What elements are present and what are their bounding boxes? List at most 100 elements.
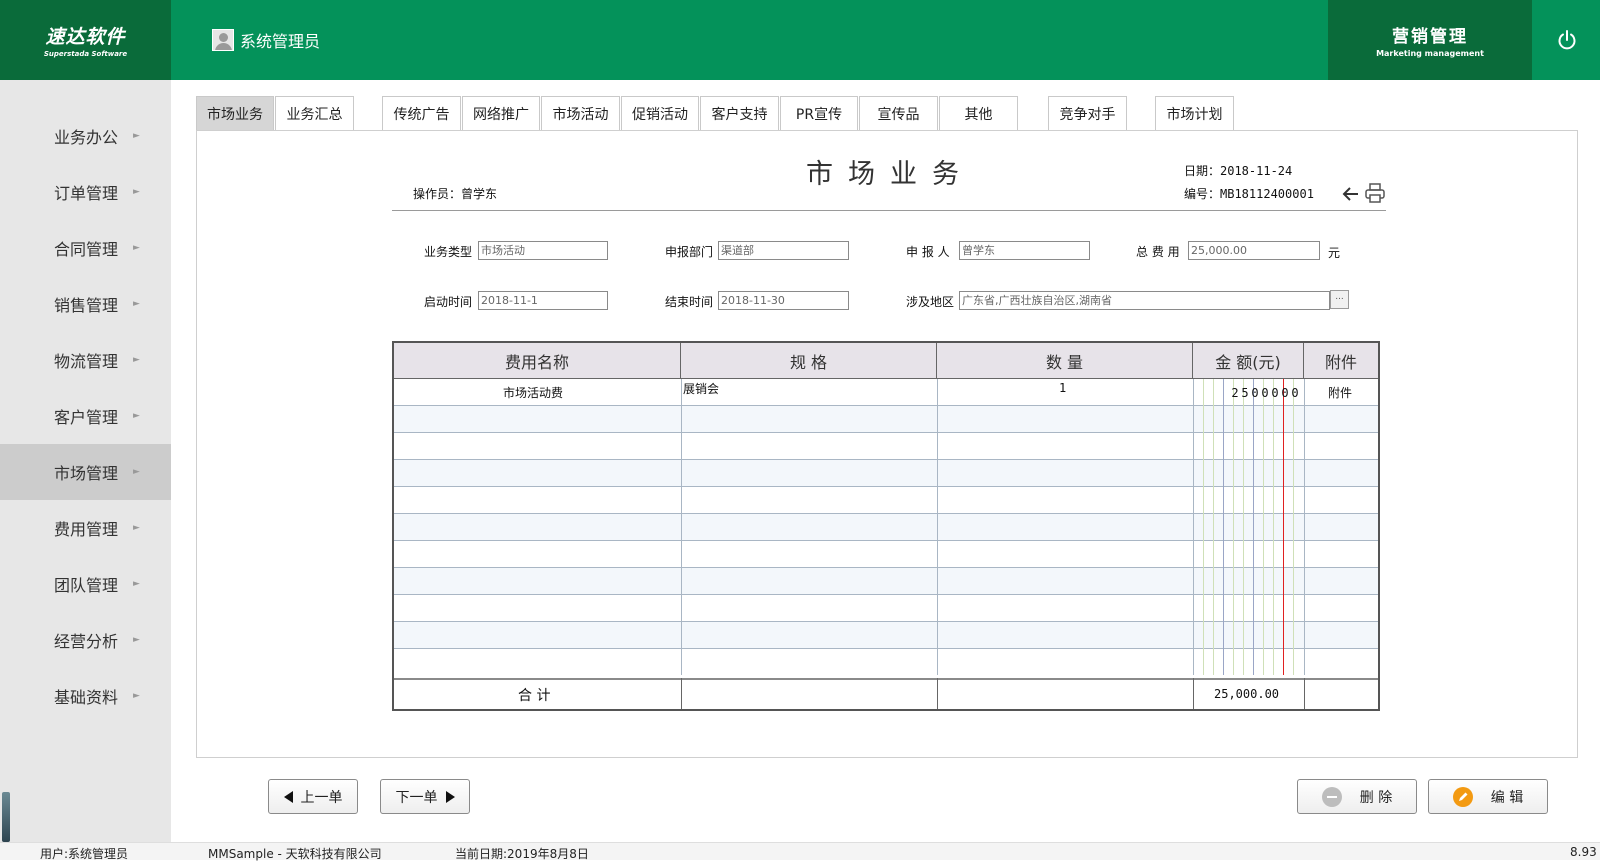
sidebar-item-sales[interactable]: 销售管理 ► bbox=[0, 276, 171, 332]
column-header-name: 费用名称 bbox=[394, 343, 681, 379]
sidebar-item-expenses[interactable]: 费用管理 ► bbox=[0, 500, 171, 556]
chevron-right-icon: ► bbox=[133, 131, 140, 141]
amount-digit[interactable]: 0 bbox=[1270, 386, 1280, 400]
table-row[interactable] bbox=[394, 487, 1378, 514]
sidebar-item-orders[interactable]: 订单管理 ► bbox=[0, 164, 171, 220]
start-time-label: 启动时间 bbox=[424, 295, 473, 309]
amount-digit[interactable]: 0 bbox=[1260, 386, 1270, 400]
tab-competitors[interactable]: 竞争对手 bbox=[1048, 96, 1127, 130]
table-row[interactable] bbox=[394, 460, 1378, 487]
back-arrow-icon[interactable] bbox=[1342, 185, 1360, 203]
region-field[interactable]: 广东省,广西壮族自治区,湖南省 bbox=[959, 291, 1330, 310]
end-time-field[interactable]: 2018-11-30 bbox=[718, 291, 849, 310]
next-button-label: 下一单 bbox=[395, 789, 438, 806]
tab-promo-materials[interactable]: 宣传品 bbox=[859, 96, 938, 130]
region-browse-button[interactable]: ... bbox=[1330, 290, 1349, 309]
app-logo: 速达软件 Superstada Software bbox=[0, 0, 171, 80]
operator-label: 操作员：曾学东 bbox=[413, 187, 498, 201]
sidebar-item-label: 经营分析 bbox=[54, 632, 119, 651]
sidebar-item-label: 市场管理 bbox=[54, 464, 119, 483]
tab-traditional-ads[interactable]: 传统广告 bbox=[382, 96, 461, 130]
cell-expense-name[interactable]: 市场活动费 bbox=[503, 384, 563, 401]
sidebar-item-marketing[interactable]: 市场管理 ► bbox=[0, 444, 171, 500]
amount-digit[interactable]: 0 bbox=[1290, 386, 1300, 400]
business-type-field[interactable]: 市场活动 bbox=[478, 241, 608, 260]
chevron-right-icon: ► bbox=[133, 299, 140, 309]
table-row[interactable] bbox=[394, 514, 1378, 541]
cell-spec[interactable]: 展销会 bbox=[683, 380, 719, 397]
amount-digit[interactable]: 0 bbox=[1250, 386, 1260, 400]
power-icon[interactable] bbox=[1556, 29, 1578, 51]
currency-unit: 元 bbox=[1328, 246, 1341, 260]
department-label: 申报部门 bbox=[665, 245, 714, 259]
digit-guide bbox=[1263, 379, 1264, 675]
sidebar-item-logistics[interactable]: 物流管理 ► bbox=[0, 332, 171, 388]
total-cost-field[interactable]: 25,000.00 bbox=[1188, 241, 1320, 260]
sidebar-item-label: 业务办公 bbox=[54, 128, 119, 147]
table-row[interactable] bbox=[394, 649, 1378, 676]
sidebar-item-team[interactable]: 团队管理 ► bbox=[0, 556, 171, 612]
tab-market-business[interactable]: 市场业务 bbox=[196, 96, 274, 130]
column-header-attachment: 附件 bbox=[1304, 343, 1378, 379]
table-row[interactable] bbox=[394, 541, 1378, 568]
digit-guide bbox=[1243, 379, 1244, 675]
module-title: 营销管理 Marketing management bbox=[1328, 0, 1532, 80]
edit-button[interactable]: 编 辑 bbox=[1428, 779, 1548, 814]
status-bar: 用户:系统管理员 MMSample - 天软科技有限公司 当前日期:2019年8… bbox=[0, 842, 1600, 861]
sidebar-item-contracts[interactable]: 合同管理 ► bbox=[0, 220, 171, 276]
current-user[interactable]: 系统管理员 bbox=[212, 28, 320, 52]
sidebar-item-label: 客户管理 bbox=[54, 408, 119, 427]
cell-quantity[interactable]: 1 bbox=[1059, 381, 1066, 395]
printer-icon[interactable] bbox=[1364, 182, 1386, 204]
department-field[interactable]: 渠道部 bbox=[718, 241, 849, 260]
column-divider bbox=[681, 379, 682, 675]
start-time-field[interactable]: 2018-11-1 bbox=[478, 291, 608, 310]
column-divider bbox=[1304, 379, 1305, 675]
table-row[interactable] bbox=[394, 406, 1378, 433]
column-divider bbox=[1304, 678, 1305, 709]
logo-subtext: Superstada Software bbox=[43, 50, 128, 58]
tab-pr[interactable]: PR宣传 bbox=[780, 96, 858, 130]
amount-digit[interactable]: 2 bbox=[1230, 386, 1240, 400]
tab-market-activity[interactable]: 市场活动 bbox=[541, 96, 620, 130]
delete-button[interactable]: 删 除 bbox=[1297, 779, 1417, 814]
table-row[interactable] bbox=[394, 433, 1378, 460]
chevron-right-icon: ► bbox=[133, 411, 140, 421]
sidebar-item-label: 合同管理 bbox=[54, 240, 119, 259]
cell-attachment-link[interactable]: 附件 bbox=[1328, 384, 1352, 401]
sidebar-resize-handle[interactable] bbox=[2, 792, 10, 842]
document-date: 日期：2018-11-24 bbox=[1184, 164, 1293, 178]
minus-circle-icon bbox=[1321, 786, 1342, 807]
amount-digit[interactable]: 5 bbox=[1240, 386, 1250, 400]
applicant-field[interactable]: 曾学东 bbox=[959, 241, 1090, 260]
tab-customer-support[interactable]: 客户支持 bbox=[700, 96, 779, 130]
table-row[interactable] bbox=[394, 595, 1378, 622]
end-time-label: 结束时间 bbox=[665, 295, 714, 309]
tab-other[interactable]: 其他 bbox=[939, 96, 1018, 130]
sidebar-item-basic-data[interactable]: 基础资料 ► bbox=[0, 668, 171, 724]
chevron-right-icon: ► bbox=[133, 355, 140, 365]
sidebar-item-office[interactable]: 业务办公 ► bbox=[0, 108, 171, 164]
sidebar-item-label: 物流管理 bbox=[54, 352, 119, 371]
sidebar-item-analysis[interactable]: 经营分析 ► bbox=[0, 612, 171, 668]
table-row[interactable] bbox=[394, 622, 1378, 649]
next-button[interactable]: 下一单 bbox=[380, 779, 470, 814]
column-divider bbox=[937, 678, 938, 709]
tab-market-plan[interactable]: 市场计划 bbox=[1155, 96, 1234, 130]
column-divider bbox=[1193, 678, 1194, 709]
tab-promotions[interactable]: 促销活动 bbox=[621, 96, 699, 130]
tab-online-promotion[interactable]: 网络推广 bbox=[462, 96, 540, 130]
digit-guide bbox=[1223, 379, 1224, 675]
total-label: 合 计 bbox=[518, 688, 551, 704]
digit-guide bbox=[1293, 379, 1294, 675]
previous-button[interactable]: 上一单 bbox=[268, 779, 358, 814]
chevron-right-icon: ► bbox=[133, 243, 140, 253]
status-company: MMSample - 天软科技有限公司 bbox=[208, 847, 382, 861]
chevron-right-icon: ► bbox=[133, 523, 140, 533]
module-title-cn: 营销管理 bbox=[1392, 27, 1468, 47]
sidebar-item-customers[interactable]: 客户管理 ► bbox=[0, 388, 171, 444]
table-row[interactable] bbox=[394, 568, 1378, 595]
amount-digit[interactable]: 0 bbox=[1280, 386, 1290, 400]
status-user: 用户:系统管理员 bbox=[40, 847, 129, 861]
tab-business-summary[interactable]: 业务汇总 bbox=[275, 96, 354, 130]
